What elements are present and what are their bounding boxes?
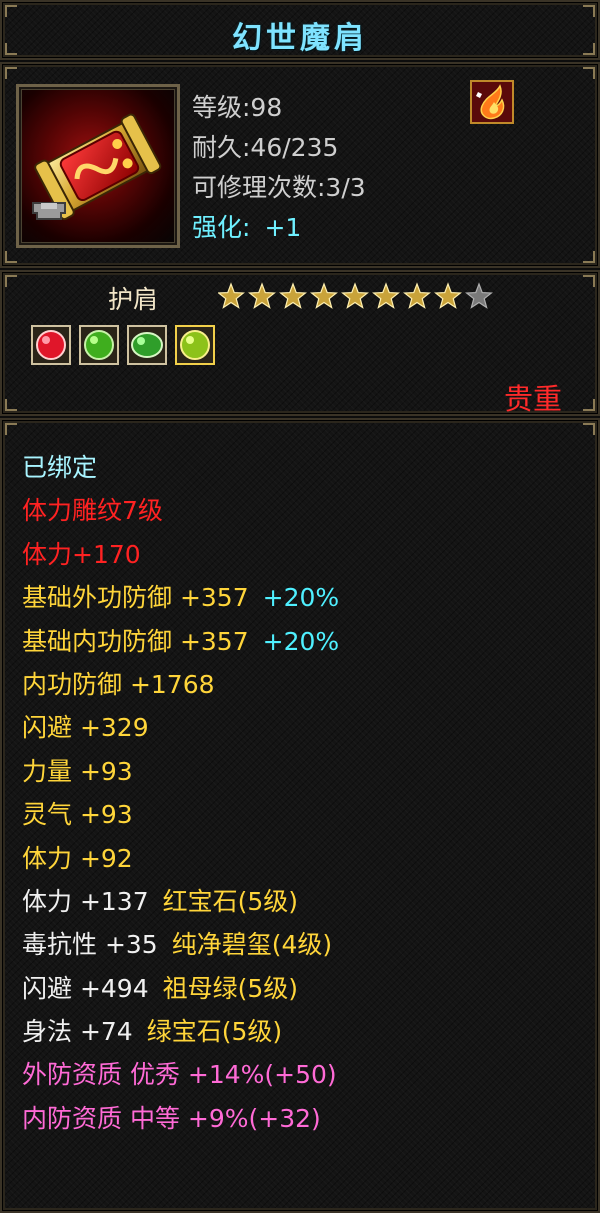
item-repair-count: 可修理次数:3/3 (192, 173, 366, 202)
gem-socket[interactable] (31, 325, 71, 365)
item-type-panel: 护肩 贵重 (0, 270, 600, 416)
attribute-line: 力量 +93 (22, 750, 339, 793)
attribute-text: 身法 +74 (22, 1017, 133, 1047)
frame-corner (583, 251, 595, 263)
attribute-line: 毒抗性 +35 纯净碧玺(4级) (22, 923, 339, 966)
attribute-line: 内防资质 中等 +9%(+32) (22, 1097, 339, 1140)
attribute-text: 闪避 +494 (22, 973, 149, 1003)
attribute-extra: +20% (262, 583, 340, 613)
attribute-line: 已绑定 (22, 446, 339, 489)
attribute-line: 身法 +74 绿宝石(5级) (22, 1010, 339, 1053)
attribute-text: 力量 +93 (22, 756, 133, 786)
attribute-text: 基础内功防御 +357 (22, 626, 249, 656)
attribute-extra: 祖母绿(5级) (162, 973, 299, 1003)
attribute-line: 内功防御 +1768 (22, 663, 339, 706)
item-durability: 耐久:46/235 (192, 133, 339, 162)
star-filled-icon (279, 282, 307, 309)
star-filled-icon (248, 282, 276, 309)
attribute-text: 闪避 +329 (22, 713, 149, 743)
star-filled-icon (341, 282, 369, 309)
star-filled-icon (434, 282, 462, 309)
attribute-text: 体力雕纹7级 (22, 496, 163, 526)
frame-corner (5, 275, 17, 287)
item-info-panel: 等级:98 耐久:46/235 可修理次数:3/3 强化: +1 (0, 62, 600, 268)
star-filled-icon (403, 282, 431, 309)
attribute-text: 基础外功防御 +357 (22, 583, 249, 613)
red-gem-icon (36, 330, 66, 360)
gem-socket[interactable] (79, 325, 119, 365)
item-icon-frame[interactable] (16, 84, 180, 248)
frame-corner (5, 399, 17, 411)
frame-corner (583, 399, 595, 411)
enhance-label: 强化: (192, 213, 251, 242)
attribute-line: 体力 +137 红宝石(5级) (22, 880, 339, 923)
star-rating (218, 282, 493, 309)
frame-corner (5, 67, 17, 79)
attribute-text: 外防资质 优秀 +14%(+50) (22, 1060, 337, 1090)
gem-socket[interactable] (175, 325, 215, 365)
gem-sockets (31, 325, 215, 365)
frame-corner (5, 251, 17, 263)
shoulder-armor-icon (32, 113, 162, 221)
attribute-extra: +20% (262, 626, 340, 656)
attribute-text: 体力 +92 (22, 843, 133, 873)
flame-emblem-icon (470, 80, 514, 124)
attribute-extra: 红宝石(5级) (162, 886, 299, 916)
attribute-line: 体力+170 (22, 533, 339, 576)
star-filled-icon (372, 282, 400, 309)
item-type: 护肩 (108, 285, 159, 314)
item-enhance: 强化: +1 (192, 208, 301, 244)
item-rarity: 贵重 (503, 382, 562, 416)
attribute-line: 体力 +92 (22, 837, 339, 880)
attribute-line: 灵气 +93 (22, 793, 339, 836)
yellow-green-gem-icon (180, 330, 210, 360)
attribute-line: 外防资质 优秀 +14%(+50) (22, 1053, 339, 1096)
attribute-text: 毒抗性 +35 (22, 930, 158, 960)
item-level: 等级:98 (192, 93, 283, 122)
attribute-line: 闪避 +494 祖母绿(5级) (22, 967, 339, 1010)
frame-corner (5, 423, 17, 435)
attribute-text: 已绑定 (22, 453, 98, 482)
enhance-value: +1 (264, 213, 302, 242)
attribute-line: 体力雕纹7级 (22, 489, 339, 532)
star-empty-icon (465, 282, 493, 309)
green-gem-icon (84, 330, 114, 360)
attribute-extra: 绿宝石(5级) (146, 1017, 283, 1047)
star-filled-icon (218, 282, 245, 309)
attribute-text: 内防资质 中等 +9%(+32) (22, 1103, 321, 1133)
attribute-text: 灵气 +93 (22, 800, 133, 830)
attribute-panel: 已绑定 体力雕纹7级 体力+170 基础外功防御 +357 +20% 基础内功防御 +35… (0, 418, 600, 1213)
gem-socket[interactable] (127, 325, 167, 365)
frame-corner (583, 275, 595, 287)
attribute-extra: 纯净碧玺(4级) (171, 930, 333, 960)
attribute-text: 内功防御 +1768 (22, 669, 215, 699)
frame-corner (583, 423, 595, 435)
attribute-text: 体力 +137 (22, 886, 149, 916)
item-name: 幻世魔肩 (232, 21, 368, 56)
attribute-line: 基础外功防御 +357 +20% (22, 576, 339, 619)
green-gem-icon (131, 332, 163, 358)
attribute-text: 体力+170 (22, 539, 141, 569)
star-filled-icon (310, 282, 338, 309)
attribute-list: 已绑定 体力雕纹7级 体力+170 基础外功防御 +357 +20% 基础内功防御 +35… (22, 446, 339, 1140)
attribute-line: 闪避 +329 (22, 706, 339, 749)
title-bar: 幻世魔肩 (0, 0, 600, 60)
frame-corner (583, 67, 595, 79)
attribute-line: 基础内功防御 +357 +20% (22, 620, 339, 663)
